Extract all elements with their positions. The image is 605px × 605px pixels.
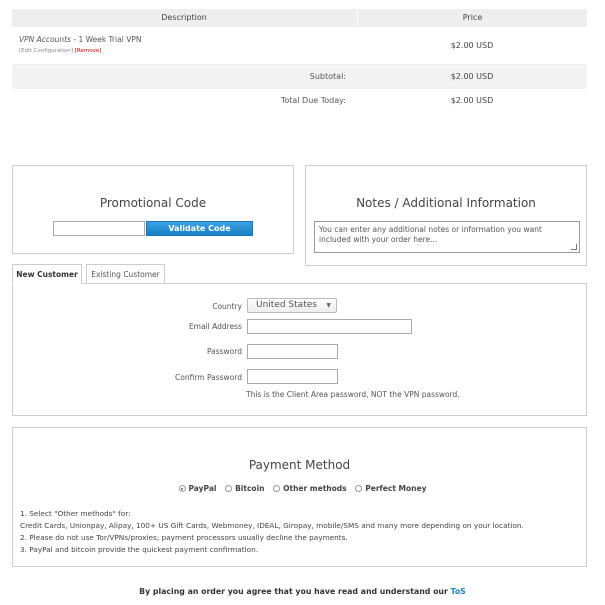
tab-existing-customer[interactable]: Existing Customer xyxy=(86,264,165,284)
radio-bitcoin[interactable] xyxy=(225,485,233,492)
tos-agreement-text: By placing an order you agree that you h… xyxy=(139,587,451,596)
confirm-password-label: Confirm Password xyxy=(175,373,242,382)
edit-configuration-link[interactable]: [Edit Configuration] xyxy=(19,48,73,54)
subtotal-label: Subtotal: xyxy=(309,72,346,81)
payment-note-2: 2. Please do not use Tor/VPNs/proxies; p… xyxy=(20,533,348,542)
cart-item-row: VPN Accounts - 1 Week Trial VPN [Edit Co… xyxy=(12,27,587,65)
payment-note-1: 1. Select "Other methods" for: xyxy=(20,509,131,518)
subtotal-value: $2.00 USD xyxy=(450,72,494,81)
notes-placeholder: You can enter any additional notes or in… xyxy=(319,225,542,244)
subtotal-row: Subtotal: $2.00 USD xyxy=(12,65,587,89)
payment-method-options: PayPal Bitcoin Other methods Perfect Mon… xyxy=(13,484,586,493)
payment-note-3: 3. PayPal and bitcoin provide the quicke… xyxy=(20,545,259,554)
price-column-header: Price xyxy=(357,9,587,27)
password-field[interactable] xyxy=(247,344,338,359)
confirm-password-field[interactable] xyxy=(247,369,338,384)
notes-textarea[interactable]: You can enter any additional notes or in… xyxy=(314,221,580,253)
chevron-down-icon: ▼ xyxy=(326,302,331,309)
country-select[interactable]: United States ▼ xyxy=(247,298,337,313)
cart-table-header: Description Price xyxy=(12,9,587,27)
payment-method-panel: Payment Method PayPal Bitcoin Other meth… xyxy=(12,427,587,567)
radio-paypal[interactable] xyxy=(178,485,186,492)
password-hint: This is the Client Area password, NOT th… xyxy=(246,390,460,399)
item-name: VPN Accounts - 1 Week Trial VPN xyxy=(19,35,142,44)
description-column-header: Description xyxy=(161,13,207,22)
promo-code-title: Promotional Code xyxy=(99,196,207,210)
item-product-group: VPN Accounts xyxy=(19,35,71,44)
radio-perfect-money[interactable] xyxy=(355,485,363,492)
email-field[interactable] xyxy=(247,319,412,334)
payment-notes: 1. Select "Other methods" for: Credit Ca… xyxy=(20,508,524,556)
password-label: Password xyxy=(206,347,242,356)
email-label: Email Address xyxy=(188,322,242,331)
tos-agreement: By placing an order you agree that you h… xyxy=(0,587,605,596)
radio-other-methods[interactable] xyxy=(273,485,281,492)
remove-item-link[interactable]: [Remove] xyxy=(75,48,102,54)
payment-method-title: Payment Method xyxy=(248,458,351,472)
other-methods-label[interactable]: Other methods xyxy=(283,484,347,493)
validate-code-button[interactable]: Validate Code xyxy=(146,221,253,236)
item-product-name: - 1 Week Trial VPN xyxy=(70,35,142,44)
bitcoin-label[interactable]: Bitcoin xyxy=(235,484,264,493)
promo-code-input[interactable] xyxy=(53,221,145,236)
perfect-money-label[interactable]: Perfect Money xyxy=(365,484,426,493)
payment-note-1-detail: Credit Cards, Unionpay, Alipay, 100+ US … xyxy=(20,521,524,530)
paypal-label[interactable]: PayPal xyxy=(189,484,217,493)
total-due-row: Total Due Today: $2.00 USD xyxy=(12,89,587,113)
promo-code-panel: Promotional Code Validate Code xyxy=(12,165,294,254)
resize-grip-icon[interactable] xyxy=(571,244,577,250)
total-due-label: Total Due Today: xyxy=(280,96,346,105)
country-value: United States xyxy=(256,300,317,310)
tos-link[interactable]: ToS xyxy=(451,587,466,596)
notes-panel: Notes / Additional Information You can e… xyxy=(305,165,587,266)
total-due-value: $2.00 USD xyxy=(450,96,494,105)
country-label: Country xyxy=(212,302,242,311)
notes-title: Notes / Additional Information xyxy=(356,196,536,210)
tab-new-customer[interactable]: New Customer xyxy=(12,264,82,284)
item-links: [Edit Configuration] [Remove] xyxy=(19,48,101,54)
item-price: $2.00 USD xyxy=(450,41,494,50)
